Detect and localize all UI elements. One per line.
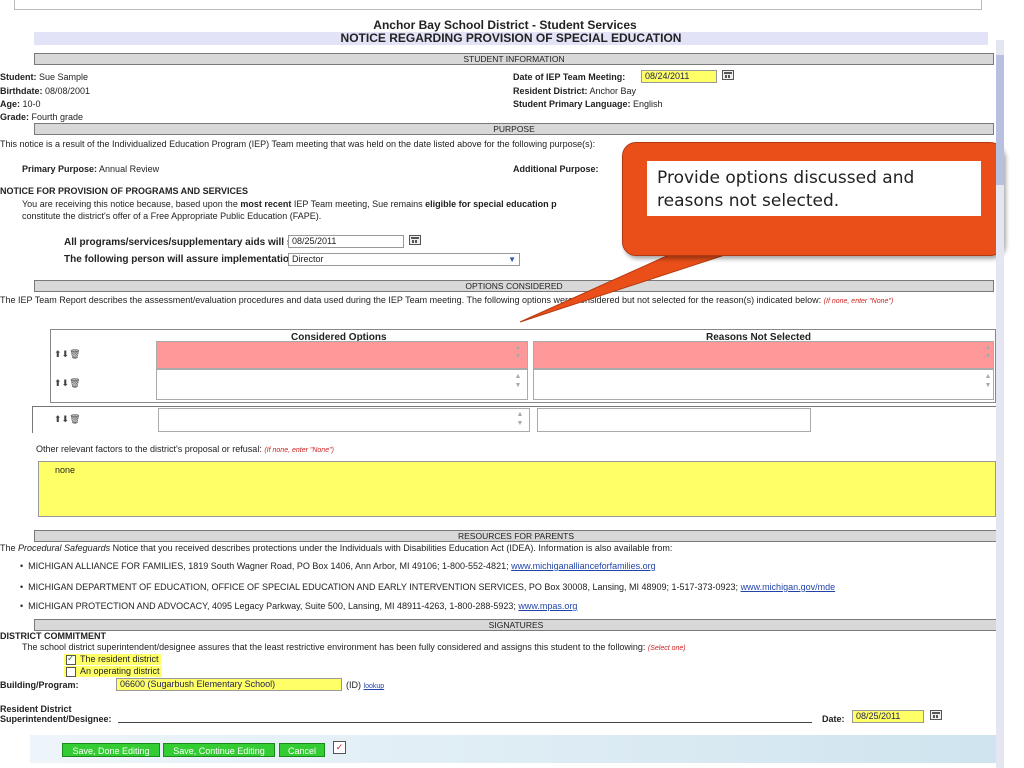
- resource-item: • MICHIGAN PROTECTION AND ADVOCACY, 4095…: [20, 601, 578, 611]
- callout-text: Provide options discussed and reasons no…: [647, 161, 981, 216]
- superintendent-label: Superintendent/Designee:: [0, 714, 112, 724]
- building-label: Building/Program:: [0, 680, 79, 690]
- signature-line[interactable]: [118, 722, 812, 723]
- building-input[interactable]: 06600 (Sugarbush Elementary School): [116, 678, 342, 691]
- callout-pointer: [519, 249, 741, 323]
- option-operating-district[interactable]: An operating district: [64, 666, 162, 677]
- resources-intro: The Procedural Safeguards Notice that yo…: [0, 543, 673, 553]
- resource-item: • MICHIGAN ALLIANCE FOR FAMILIES, 1819 S…: [20, 561, 656, 571]
- resident-district-label: Resident District: [0, 704, 72, 714]
- id-label: (ID) lookup: [346, 680, 385, 690]
- cancel-button[interactable]: Cancel: [279, 743, 325, 757]
- resource-item: • MICHIGAN DEPARTMENT OF EDUCATION, OFFI…: [20, 582, 836, 592]
- calendar-icon[interactable]: [930, 710, 942, 720]
- checkbox-operating[interactable]: [66, 666, 76, 677]
- commitment-text: The school district superintendent/desig…: [22, 642, 686, 652]
- resource-link[interactable]: www.michigan.gov/mde: [741, 582, 836, 592]
- resource-link[interactable]: www.michiganallianceforfamilies.org: [511, 561, 656, 571]
- signatures-bar: SIGNATURES: [34, 619, 998, 631]
- date-label: Date:: [822, 714, 845, 724]
- resources-bar: RESOURCES FOR PARENTS: [34, 530, 998, 542]
- callout-box: Provide options discussed and reasons no…: [622, 142, 1004, 256]
- save-continue-button[interactable]: Save, Continue Editing: [163, 743, 275, 757]
- checkbox-resident[interactable]: [66, 653, 76, 665]
- resource-link[interactable]: www.mpas.org: [518, 601, 577, 611]
- lookup-link[interactable]: lookup: [364, 683, 385, 690]
- signature-date-input[interactable]: 08/25/2011: [852, 710, 924, 723]
- option-resident-district[interactable]: The resident district: [64, 653, 161, 665]
- commitment-heading: DISTRICT COMMITMENT: [0, 631, 106, 641]
- save-done-button[interactable]: Save, Done Editing: [62, 743, 160, 757]
- page-scrollbar-thumb[interactable]: [996, 55, 1004, 185]
- spellcheck-icon[interactable]: ✓: [333, 741, 346, 754]
